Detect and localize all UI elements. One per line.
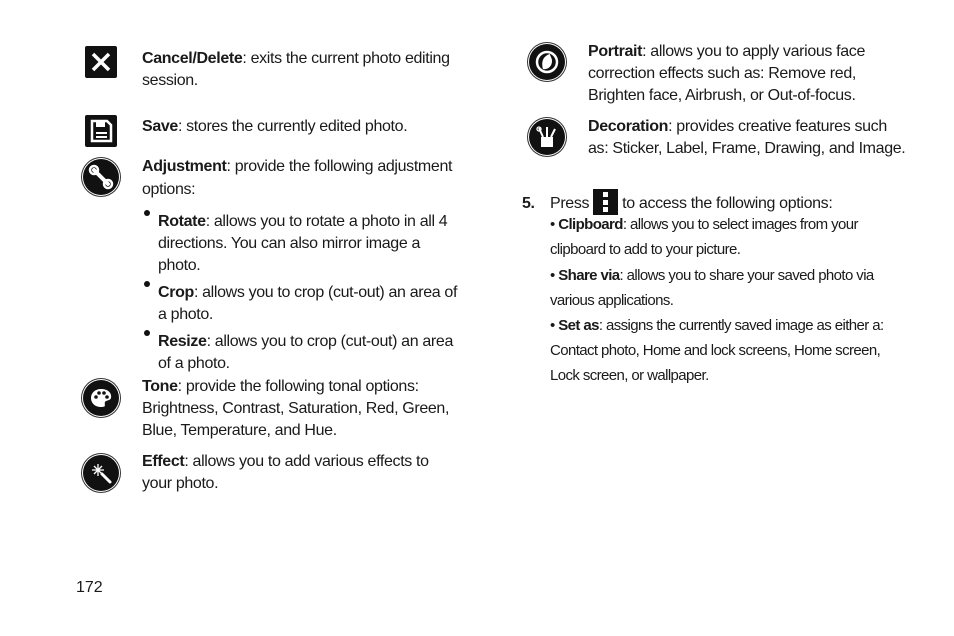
term: Decoration bbox=[588, 118, 669, 135]
decoration-entry: Decoration: provides creative features s… bbox=[588, 116, 908, 160]
term: Effect bbox=[142, 453, 185, 470]
effect-entry: Effect: allows you to add various effect… bbox=[142, 451, 462, 495]
save-disk-icon bbox=[85, 115, 117, 147]
term: Share via bbox=[558, 267, 620, 284]
step-text-before: Press bbox=[550, 195, 590, 212]
bullet: • bbox=[550, 267, 559, 284]
bullet: • bbox=[550, 317, 559, 334]
term: Resize bbox=[158, 333, 207, 350]
bullet bbox=[144, 330, 150, 336]
close-icon bbox=[85, 46, 117, 78]
description: : stores the currently edited photo. bbox=[177, 118, 408, 135]
portrait-icon bbox=[529, 44, 565, 80]
term: Crop bbox=[158, 284, 194, 301]
clipboard-option: • Clipboard: allows you to select images… bbox=[550, 212, 910, 262]
decoration-icon bbox=[529, 119, 565, 155]
save-entry: Save: stores the currently edited photo. bbox=[142, 116, 462, 138]
share-via-option: • Share via: allows you to share your sa… bbox=[550, 263, 910, 313]
bullet bbox=[144, 281, 150, 287]
palette-icon bbox=[83, 380, 119, 416]
term: Cancel/Delete bbox=[142, 50, 243, 67]
term: Rotate bbox=[158, 213, 206, 230]
magic-wand-icon bbox=[83, 455, 119, 491]
description: : allows you to add various effects to y… bbox=[142, 453, 429, 492]
portrait-entry: Portrait: allows you to apply various fa… bbox=[588, 41, 908, 107]
term: Adjustment bbox=[142, 158, 227, 175]
adjustment-entry: Adjustment: provide the following adjust… bbox=[142, 155, 462, 201]
tone-entry: Tone: provide the following tonal option… bbox=[142, 376, 452, 442]
description: : provide the following tonal options: B… bbox=[142, 378, 450, 439]
set-as-option: • Set as: assigns the currently saved im… bbox=[550, 313, 910, 388]
rotate-option: Rotate: allows you to rotate a photo in … bbox=[158, 211, 458, 277]
page-number: 172 bbox=[76, 579, 103, 596]
description: : allows you to crop (cut-out) an area o… bbox=[158, 284, 458, 323]
crop-option: Crop: allows you to crop (cut-out) an ar… bbox=[158, 282, 458, 326]
term: Save bbox=[142, 118, 178, 135]
description: : assigns the currently saved image as e… bbox=[550, 317, 884, 384]
term: Portrait bbox=[588, 43, 643, 60]
wrench-icon bbox=[83, 159, 119, 195]
resize-option: Resize: allows you to crop (cut-out) an … bbox=[158, 331, 458, 375]
step-number: 5. bbox=[522, 195, 535, 212]
term: Clipboard bbox=[558, 216, 623, 233]
term: Tone bbox=[142, 378, 178, 395]
cancel-delete-entry: Cancel/Delete: exits the current photo e… bbox=[142, 48, 462, 92]
term: Set as bbox=[558, 317, 599, 334]
step-text-after: to access the following options: bbox=[622, 195, 833, 212]
bullet bbox=[144, 210, 150, 216]
bullet: • bbox=[550, 216, 559, 233]
